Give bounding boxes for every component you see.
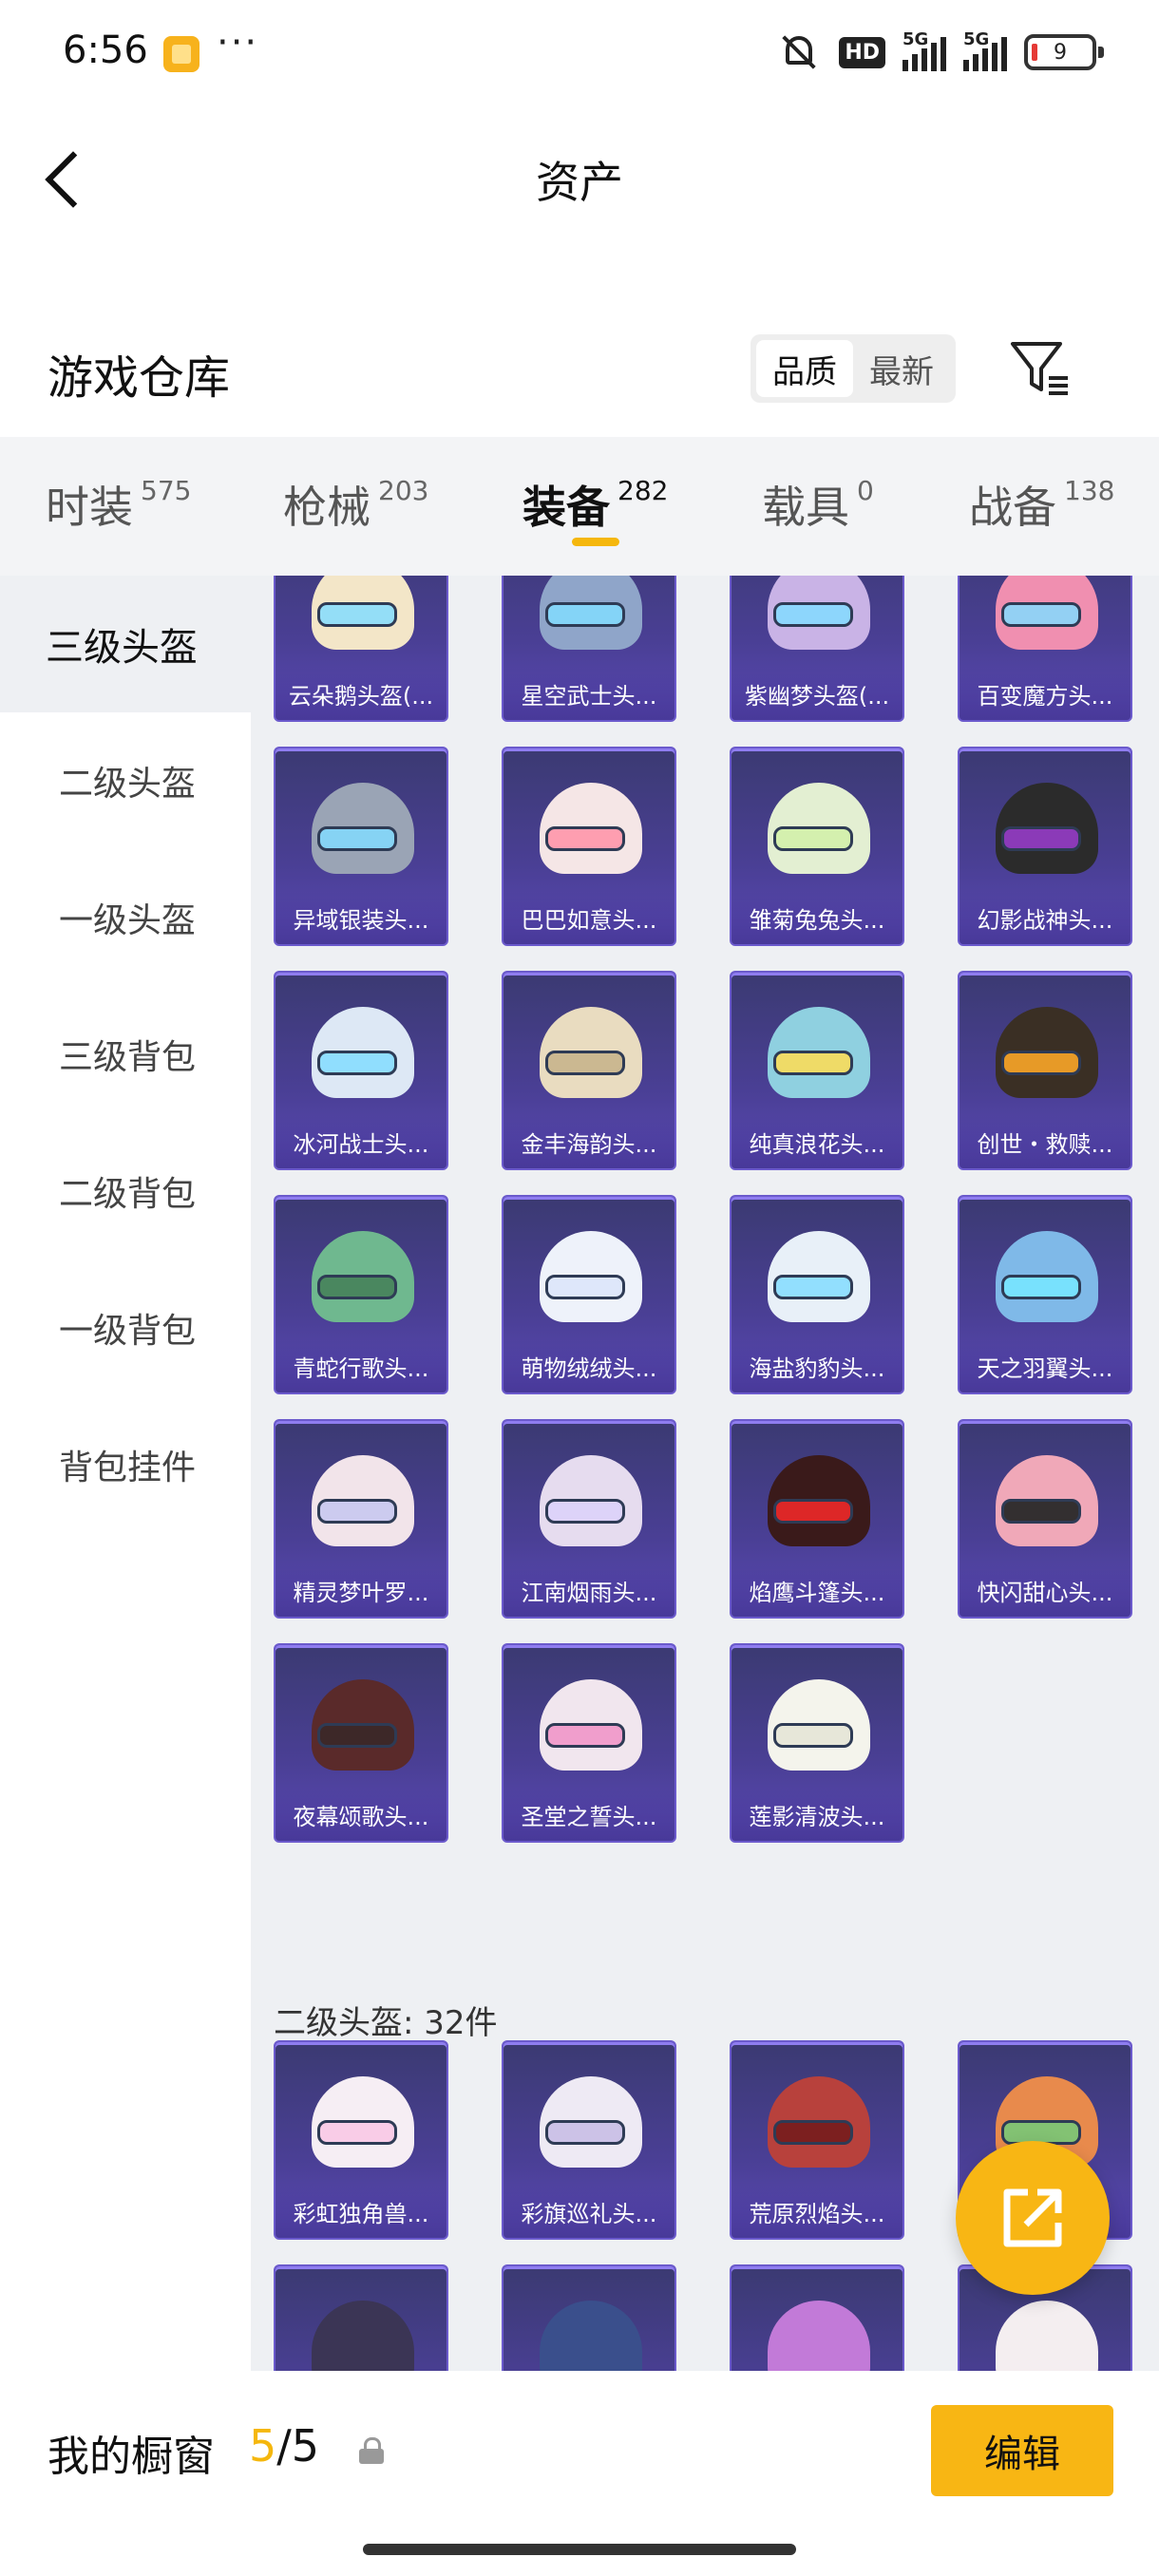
item-card[interactable]: 星空武士头... [502, 576, 676, 722]
item-card[interactable]: 冰河战士头... [274, 971, 448, 1170]
section-label-level2-helmet: 二级头盔: 32件 [274, 2004, 498, 2042]
item-card[interactable]: 精灵梦叶罗... [274, 1419, 448, 1619]
sidebar-item-backpack-charm[interactable]: 背包挂件 [0, 1396, 251, 1533]
item-row: 青蛇行歌头... 萌物绒绒头... 海盐豹豹头... 天之羽翼头... [274, 1195, 1132, 1394]
sort-newest-option[interactable]: 最新 [853, 340, 950, 397]
sidebar-item-level3-backpack[interactable]: 三级背包 [0, 986, 251, 1123]
status-indicators: HD 5G 5G 9 [778, 29, 1104, 72]
item-card[interactable]: 焰鹰斗篷头... [730, 1419, 904, 1619]
item-card[interactable]: 幻影战神头... [958, 747, 1132, 946]
item-card[interactable]: 荒原烈焰头... [730, 2040, 904, 2240]
item-card[interactable] [502, 2264, 676, 2371]
item-card[interactable]: 金丰海韵头... [502, 971, 676, 1170]
status-time: 6:56 [63, 28, 148, 72]
notification-app-icon [163, 36, 200, 72]
item-card[interactable]: 异域银装头... [274, 747, 448, 946]
sidebar-item-level2-helmet[interactable]: 二级头盔 [0, 712, 251, 849]
battery-icon: 9 [1024, 34, 1104, 70]
item-card[interactable] [730, 2264, 904, 2371]
item-row: 精灵梦叶罗... 江南烟雨头... 焰鹰斗篷头... 快闪甜心头... [274, 1419, 1132, 1619]
filter-button[interactable] [1007, 334, 1074, 403]
item-card[interactable]: 青蛇行歌头... [274, 1195, 448, 1394]
item-card[interactable]: 萌物绒绒头... [502, 1195, 676, 1394]
sidebar-item-level1-backpack[interactable]: 一级背包 [0, 1260, 251, 1396]
hd-voice-icon: HD [839, 36, 885, 68]
item-row: 异域银装头... 巴巴如意头... 雏菊兔兔头... 幻影战神头... [274, 747, 1132, 946]
item-card[interactable]: 天之羽翼头... [958, 1195, 1132, 1394]
item-card[interactable]: 创世・救赎... [958, 971, 1132, 1170]
item-card[interactable]: 巴巴如意头... [502, 747, 676, 946]
item-card[interactable]: 雏菊兔兔头... [730, 747, 904, 946]
helmet-image [996, 2301, 1098, 2371]
sidebar-item-level1-helmet[interactable]: 一级头盔 [0, 849, 251, 986]
item-card[interactable]: 彩旗巡礼头... [502, 2040, 676, 2240]
item-card[interactable]: 江南烟雨头... [502, 1419, 676, 1619]
subcategory-sidebar: 三级头盔 二级头盔 一级头盔 三级背包 二级背包 一级背包 背包挂件 [0, 576, 251, 2371]
showcase-label: 我的橱窗 [48, 2433, 215, 2481]
category-tab-bar: 时装 575 枪械 203 装备 282 载具 0 战备 138 [0, 437, 1159, 576]
item-card[interactable]: 莲影清波头... [730, 1643, 904, 1843]
item-card[interactable]: 纯真浪花头... [730, 971, 904, 1170]
item-card[interactable]: 快闪甜心头... [958, 1419, 1132, 1619]
item-card[interactable]: 云朵鹅头盔(... [274, 576, 448, 722]
filter-icon [1011, 342, 1068, 395]
item-card[interactable]: 百变魔方头... [958, 576, 1132, 722]
item-row: 冰河战士头... 金丰海韵头... 纯真浪花头... 创世・救赎... [274, 971, 1132, 1170]
item-card[interactable]: 紫幽梦头盔(... [730, 576, 904, 722]
helmet-image [312, 2301, 414, 2371]
showcase-count: 5/5 [249, 2420, 320, 2472]
sidebar-item-level2-backpack[interactable]: 二级背包 [0, 1123, 251, 1260]
external-link-icon [1003, 2188, 1062, 2247]
tab-equipment[interactable]: 装备 282 [522, 473, 668, 536]
edit-button[interactable]: 编辑 [931, 2405, 1113, 2496]
tab-vehicles[interactable]: 载具 0 [762, 473, 874, 536]
item-card[interactable]: 圣堂之誓头... [502, 1643, 676, 1843]
sidebar-item-level3-helmet[interactable]: 三级头盔 [0, 576, 251, 712]
helmet-image [768, 2301, 870, 2371]
share-fab-button[interactable] [956, 2141, 1110, 2295]
tab-supplies[interactable]: 战备 138 [969, 473, 1114, 536]
signal-icon-2: 5G [963, 29, 1007, 71]
sort-toggle: 品质 最新 [750, 334, 956, 403]
item-card[interactable]: 海盐豹豹头... [730, 1195, 904, 1394]
item-grid: 云朵鹅头盔(... 星空武士头... 紫幽梦头盔(... 百变魔方头... 异域… [251, 576, 1159, 2371]
item-card[interactable]: 彩虹独角兽... [274, 2040, 448, 2240]
lock-icon [359, 2437, 384, 2464]
tab-active-indicator [572, 538, 619, 546]
signal-icon-1: 5G [902, 29, 946, 71]
status-more-icon: ··· [217, 21, 259, 65]
item-row: 夜幕颂歌头... 圣堂之誓头... 莲影清波头... [274, 1643, 904, 1843]
page-title: 资产 [536, 157, 623, 208]
mute-icon [778, 32, 822, 72]
item-card[interactable]: 夜幕颂歌头... [274, 1643, 448, 1843]
tab-weapons[interactable]: 枪械 203 [283, 473, 428, 536]
warehouse-title: 游戏仓库 [48, 351, 231, 405]
status-bar: 6:56 ··· HD 5G 5G 9 [0, 0, 1159, 104]
helmet-image [540, 2301, 642, 2371]
item-row: 云朵鹅头盔(... 星空武士头... 紫幽梦头盔(... 百变魔方头... [274, 576, 1132, 722]
sort-quality-option[interactable]: 品质 [756, 340, 853, 397]
home-indicator[interactable] [363, 2544, 796, 2555]
tab-fashion[interactable]: 时装 575 [46, 473, 191, 536]
item-card[interactable] [274, 2264, 448, 2371]
